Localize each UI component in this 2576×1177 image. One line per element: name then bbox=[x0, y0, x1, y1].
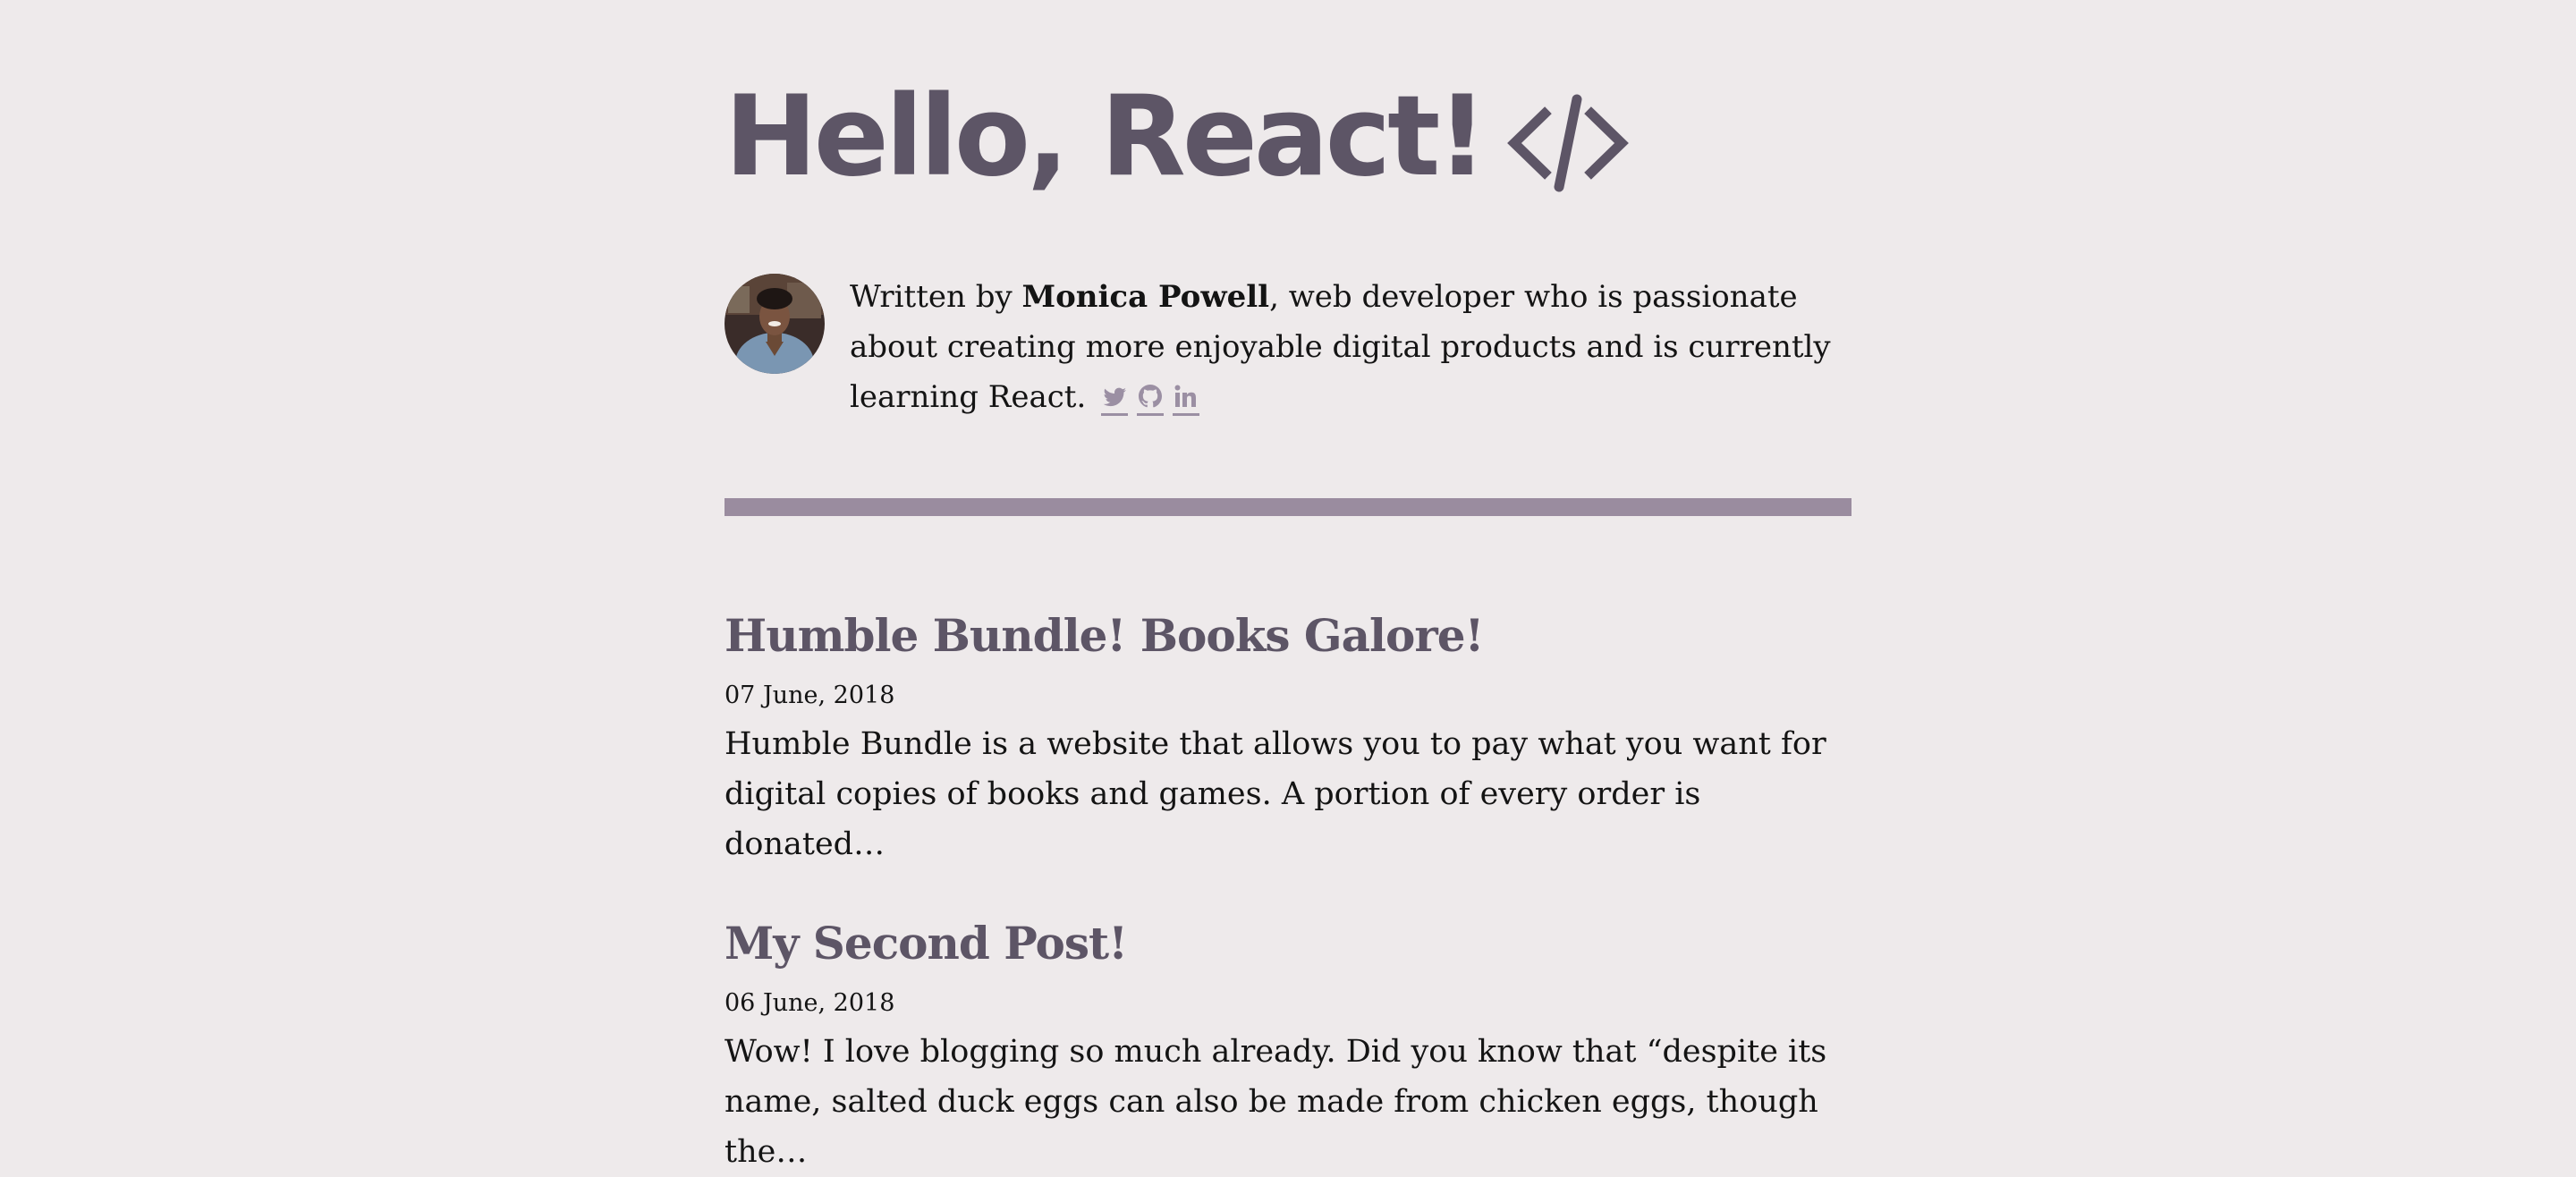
twitter-link[interactable] bbox=[1101, 383, 1129, 416]
post-title[interactable]: Humble Bundle! Books Galore! bbox=[724, 605, 1852, 667]
github-icon bbox=[1139, 384, 1163, 407]
post-item: My Second Post! 06 June, 2018 Wow! I lov… bbox=[724, 912, 1852, 1177]
section-divider bbox=[724, 498, 1852, 516]
linkedin-icon bbox=[1174, 385, 1197, 407]
github-link[interactable] bbox=[1137, 383, 1165, 416]
twitter-icon bbox=[1103, 387, 1127, 406]
author-photo bbox=[724, 274, 825, 374]
site-title[interactable]: Hello, React! bbox=[724, 70, 1629, 204]
post-date: 07 June, 2018 bbox=[724, 682, 895, 709]
post-excerpt: Wow! I love blogging so much already. Di… bbox=[724, 1034, 1827, 1170]
code-brackets-icon bbox=[1507, 88, 1629, 192]
post-date: 06 June, 2018 bbox=[724, 989, 895, 1017]
post-excerpt: Humble Bundle is a website that allows y… bbox=[724, 726, 1826, 862]
linkedin-link[interactable] bbox=[1173, 383, 1200, 416]
author-avatar bbox=[724, 274, 825, 374]
post-title[interactable]: My Second Post! bbox=[724, 912, 1852, 975]
social-links bbox=[1101, 383, 1200, 416]
author-bio: Written by Monica Powell, web developer … bbox=[724, 272, 1852, 433]
bio-prefix: Written by bbox=[850, 279, 1022, 315]
bio-text: Written by Monica Powell, web developer … bbox=[850, 272, 1852, 422]
post-item: Humble Bundle! Books Galore! 07 June, 20… bbox=[724, 605, 1852, 869]
site-title-text[interactable]: Hello, React! bbox=[724, 70, 1487, 204]
author-name: Monica Powell bbox=[1021, 279, 1270, 315]
